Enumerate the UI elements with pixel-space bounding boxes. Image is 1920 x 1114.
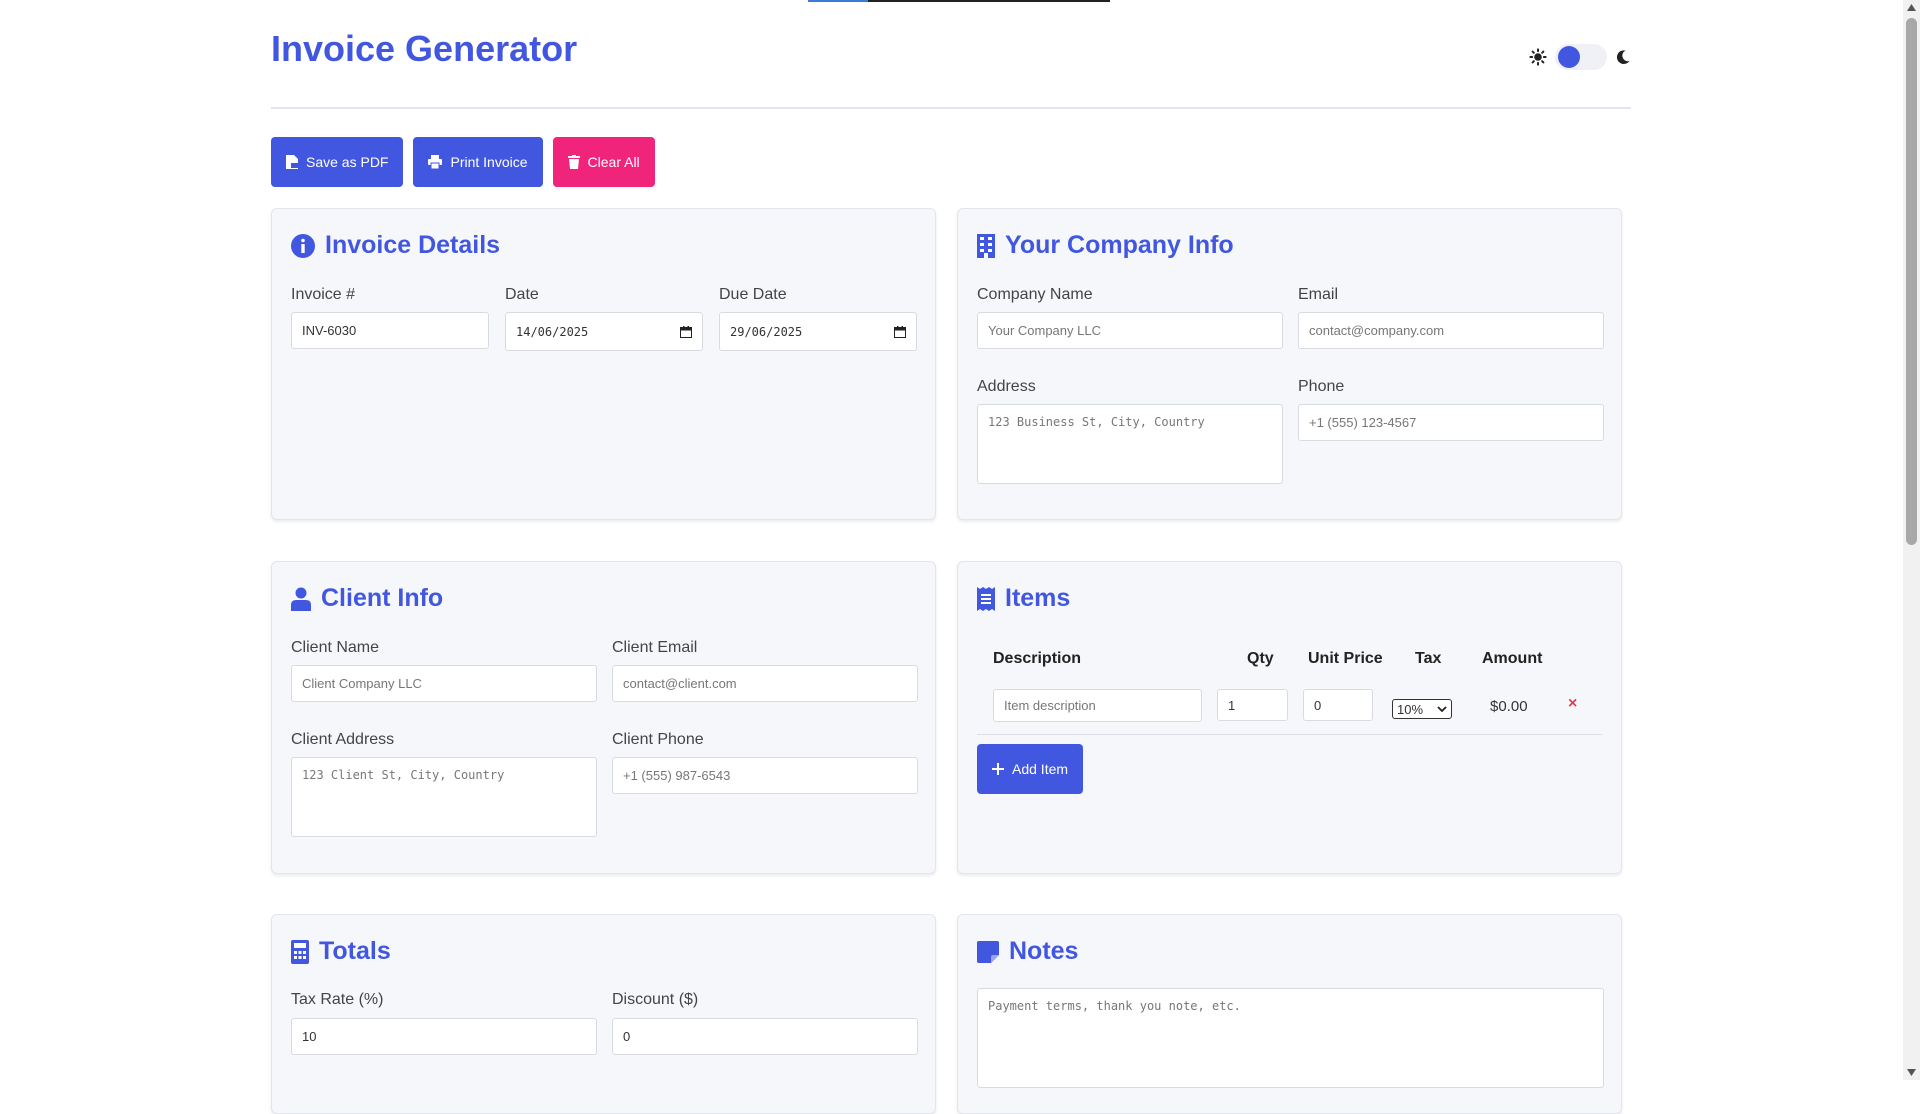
clear-all-button[interactable]: Clear All [552, 137, 655, 187]
info-circle-icon [291, 233, 315, 258]
invoice-details-title: Invoice Details [325, 231, 501, 259]
save-pdf-label: Save as PDF [306, 154, 389, 170]
discount-label: Discount ($) [612, 991, 699, 1008]
toolbar: Save as PDF Print Invoice Clear All [271, 137, 655, 187]
invoice-number-label: Invoice # [291, 286, 356, 303]
date-value: 14/06/2025 [516, 324, 589, 339]
scroll-up-arrow-icon[interactable] [1907, 4, 1916, 11]
print-invoice-button[interactable]: Print Invoice [413, 137, 543, 187]
print-invoice-label: Print Invoice [450, 154, 528, 170]
due-date-value: 29/06/2025 [730, 324, 803, 339]
column-header-description: Description [993, 650, 1082, 667]
item-amount: $0.00 [1490, 698, 1528, 715]
company-address-textarea[interactable] [977, 404, 1283, 484]
client-info-title: Client Info [321, 584, 444, 612]
row-divider [977, 734, 1602, 735]
client-email-input[interactable] [612, 665, 918, 702]
file-pdf-icon [286, 155, 298, 169]
scroll-down-arrow-icon[interactable] [1907, 1069, 1916, 1076]
item-tax-value: 10% [1397, 701, 1424, 717]
company-phone-label: Phone [1298, 378, 1345, 395]
remove-item-button[interactable]: × [1568, 695, 1577, 713]
scrollbar-thumb[interactable] [1906, 18, 1917, 545]
notes-textarea[interactable] [977, 988, 1604, 1088]
company-name-label: Company Name [977, 286, 1093, 303]
notes-card: Notes [957, 914, 1622, 1114]
printer-icon [428, 155, 443, 169]
client-phone-input[interactable] [612, 757, 918, 794]
company-email-label: Email [1298, 286, 1339, 303]
company-email-input[interactable] [1298, 312, 1604, 349]
totals-heading: Totals [291, 937, 391, 966]
calendar-icon[interactable] [894, 325, 906, 338]
item-tax-select[interactable]: 10% [1392, 699, 1452, 719]
item-qty-value: 1 [1228, 697, 1236, 713]
notes-heading: Notes [977, 937, 1078, 966]
app-header: Invoice Generator [271, 0, 1631, 109]
totals-title: Totals [319, 937, 391, 965]
company-address-label: Address [977, 378, 1036, 395]
client-info-card: Client Info Client Name Client Email Cli… [271, 561, 936, 874]
items-card: Items Description Qty Unit Price Tax Amo… [957, 561, 1622, 874]
items-heading: Items [977, 584, 1070, 613]
trash-icon [567, 155, 580, 169]
column-header-unit-price: Unit Price [1308, 650, 1383, 667]
item-unit-price-input[interactable]: 0 [1303, 689, 1373, 721]
column-header-tax: Tax [1415, 650, 1442, 667]
add-item-button[interactable]: Add Item [977, 744, 1084, 794]
column-header-amount: Amount [1482, 650, 1543, 667]
user-icon [291, 587, 311, 611]
calendar-icon[interactable] [680, 325, 692, 338]
sticky-note-icon [977, 940, 999, 963]
client-email-label: Client Email [612, 639, 698, 656]
clear-all-label: Clear All [587, 154, 640, 170]
company-info-heading: Your Company Info [977, 231, 1234, 260]
item-unit-price-value: 0 [1314, 697, 1322, 713]
calculator-icon [291, 939, 309, 964]
item-description-input[interactable] [993, 689, 1202, 722]
page-title: Invoice Generator [271, 28, 578, 69]
client-address-textarea[interactable] [291, 757, 597, 837]
company-info-card: Your Company Info Company Name Email Add… [957, 208, 1622, 520]
totals-card: Totals Tax Rate (%) Discount ($) [271, 914, 936, 1114]
building-icon [977, 233, 995, 258]
theme-toggle [1529, 44, 1631, 70]
add-item-label: Add Item [1012, 761, 1069, 777]
tax-rate-input[interactable] [291, 1018, 597, 1055]
client-name-label: Client Name [291, 639, 380, 656]
company-name-input[interactable] [977, 312, 1283, 349]
sun-icon [1529, 48, 1547, 66]
due-date-input[interactable]: 29/06/2025 [719, 312, 917, 351]
discount-input[interactable] [612, 1018, 918, 1055]
page: Invoice Generator Save as PDF Print Invo… [271, 0, 1631, 1114]
company-info-title: Your Company Info [1005, 231, 1234, 259]
moon-icon [1616, 50, 1630, 64]
chevron-down-icon [1437, 706, 1447, 713]
save-pdf-button[interactable]: Save as PDF [271, 137, 404, 187]
date-label: Date [505, 286, 539, 303]
theme-switch-knob [1558, 46, 1580, 68]
invoice-details-card: Invoice Details Invoice # Date 14/06/202… [271, 208, 936, 520]
invoice-number-input[interactable] [291, 312, 489, 349]
column-header-qty: Qty [1247, 650, 1274, 667]
scrollbar[interactable] [1903, 0, 1920, 1080]
plus-icon [992, 763, 1004, 775]
item-qty-input[interactable]: 1 [1217, 689, 1288, 721]
notes-title: Notes [1009, 937, 1079, 965]
company-phone-input[interactable] [1298, 404, 1604, 441]
client-name-input[interactable] [291, 665, 597, 702]
due-date-label: Due Date [719, 286, 787, 303]
client-phone-label: Client Phone [612, 731, 704, 748]
client-info-heading: Client Info [291, 584, 443, 613]
invoice-details-heading: Invoice Details [291, 231, 500, 260]
client-address-label: Client Address [291, 731, 395, 748]
tax-rate-label: Tax Rate (%) [291, 991, 384, 1008]
items-title: Items [1005, 584, 1071, 612]
date-input[interactable]: 14/06/2025 [505, 312, 703, 351]
receipt-icon [977, 586, 995, 611]
theme-switch[interactable] [1555, 44, 1607, 70]
